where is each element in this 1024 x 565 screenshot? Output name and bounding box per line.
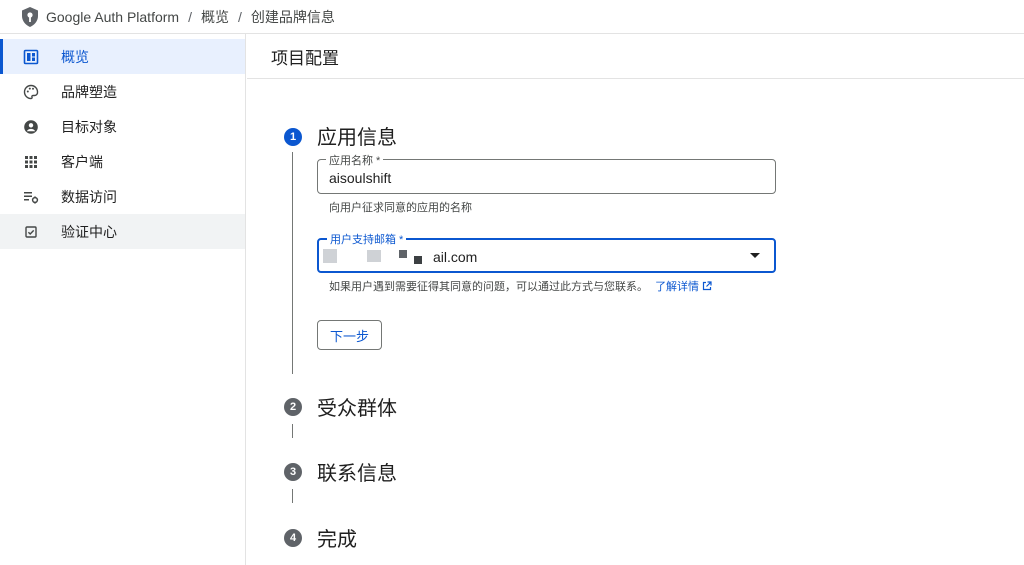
breadcrumb-current: 创建品牌信息	[250, 8, 335, 25]
sidebar-item-clients[interactable]: 客户端	[0, 144, 245, 179]
app-name-hint: 向用户征求同意的应用的名称	[329, 202, 472, 214]
sidebar-item-overview[interactable]: 概览	[0, 39, 245, 74]
account-circle-icon	[23, 119, 39, 135]
sidebar-item-label: 客户端	[61, 153, 103, 170]
breadcrumb: Google Auth Platform / 概览 / 创建品牌信息	[0, 0, 1024, 34]
sidebar-item-verification[interactable]: 验证中心	[0, 214, 245, 249]
sidebar-item-label: 目标对象	[61, 118, 117, 135]
next-button[interactable]: 下一步	[317, 320, 382, 350]
sidebar-item-branding[interactable]: 品牌塑造	[0, 74, 245, 109]
redacted-email	[399, 250, 407, 258]
breadcrumb-separator: /	[188, 8, 192, 25]
step-title: 应用信息	[317, 127, 397, 149]
app-name-value: aisoulshift	[329, 170, 392, 186]
support-email-value: ail.com	[433, 249, 478, 265]
dropdown-arrow-icon	[750, 253, 760, 258]
sidebar-item-label: 数据访问	[61, 188, 117, 205]
sidebar-item-label: 品牌塑造	[61, 83, 117, 100]
support-email-hint-text: 如果用户遇到需要征得其同意的问题，可以通过此方式与您联系。	[329, 281, 648, 293]
external-link-icon	[702, 281, 712, 291]
support-email-hint: 如果用户遇到需要征得其同意的问题，可以通过此方式与您联系。 了解详情	[329, 278, 712, 294]
sidebar-item-label: 概览	[61, 48, 89, 65]
step-connector	[292, 489, 293, 503]
redacted-email	[323, 249, 337, 263]
verified-check-icon	[23, 224, 39, 240]
sidebar-item-label: 验证中心	[61, 223, 117, 240]
sidebar: 概览 品牌塑造 目标对象 客户端 数据访问 验证中心	[0, 34, 246, 565]
dashboard-icon	[23, 49, 39, 65]
page-title: 项目配置	[247, 34, 1024, 79]
step-number: 1	[284, 128, 302, 146]
breadcrumb-separator: /	[237, 8, 242, 25]
support-email-select[interactable]: 用户支持邮箱 * ail.com	[317, 231, 776, 273]
step-title: 完成	[317, 529, 357, 551]
apps-grid-icon	[23, 154, 39, 170]
step-number: 3	[284, 463, 302, 481]
step-number: 4	[284, 529, 302, 547]
support-email-label: 用户支持邮箱 *	[327, 231, 407, 247]
palette-icon	[23, 84, 39, 100]
step-title: 受众群体	[317, 398, 397, 420]
app-name-label: 应用名称 *	[326, 152, 384, 168]
sidebar-item-audience[interactable]: 目标对象	[0, 109, 245, 144]
app-name-field[interactable]: 应用名称 * aisoulshift	[317, 152, 776, 194]
shield-key-icon	[22, 6, 38, 27]
redacted-email	[367, 250, 381, 262]
step-title: 联系信息	[317, 463, 397, 485]
breadcrumb-overview[interactable]: 概览	[201, 7, 229, 27]
step-number: 2	[284, 398, 302, 416]
data-settings-icon	[23, 189, 39, 205]
learn-more-label: 了解详情	[655, 281, 700, 293]
breadcrumb-app[interactable]: Google Auth Platform	[46, 9, 179, 25]
sidebar-item-data-access[interactable]: 数据访问	[0, 179, 245, 214]
step-connector	[292, 152, 293, 374]
step-connector	[292, 424, 293, 438]
learn-more-link[interactable]: 了解详情	[655, 281, 712, 293]
redacted-email	[414, 256, 422, 264]
